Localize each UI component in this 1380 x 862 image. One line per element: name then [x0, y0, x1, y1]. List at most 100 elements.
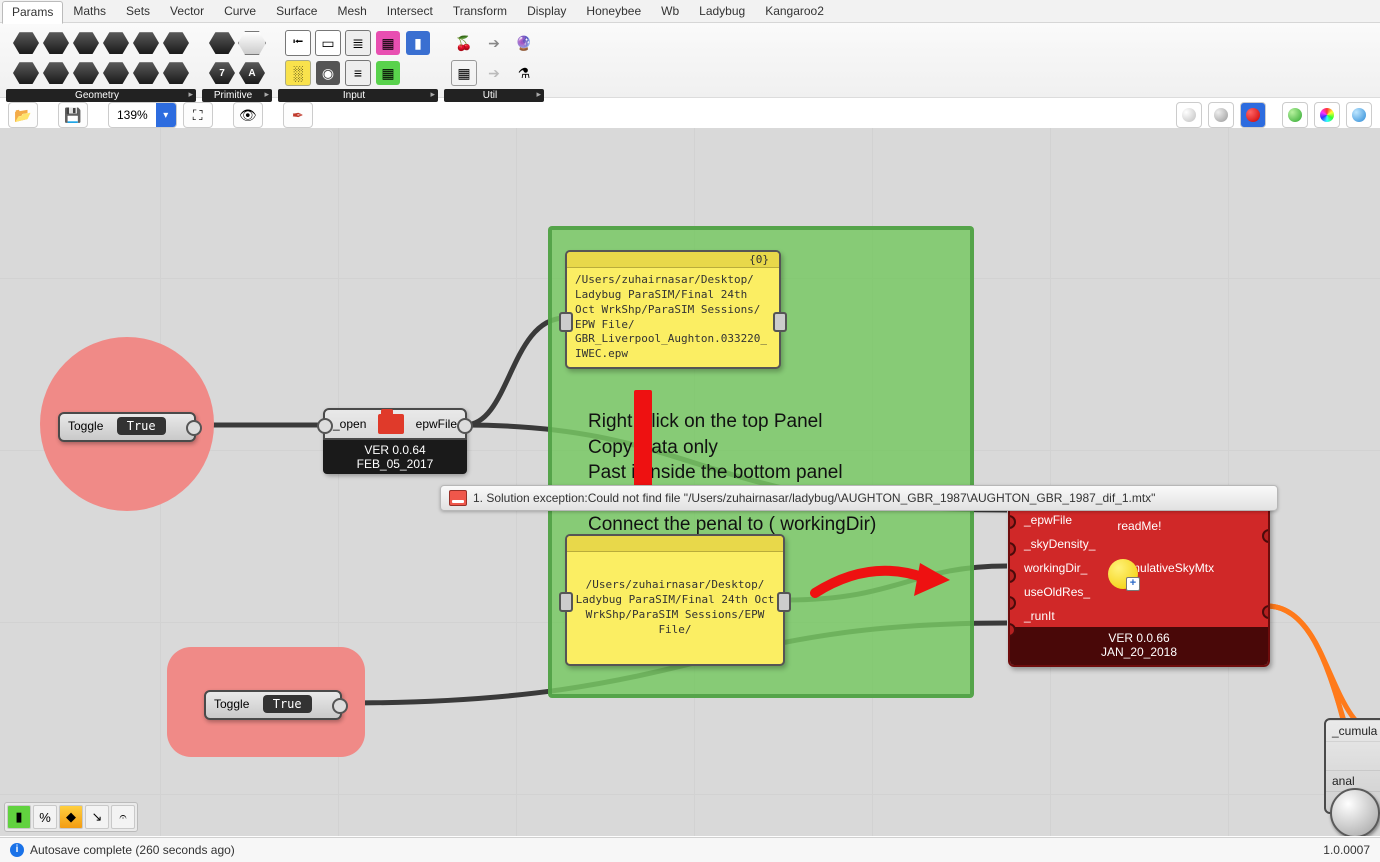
- tab-intersect[interactable]: Intersect: [377, 0, 443, 23]
- output-grip[interactable]: [773, 312, 787, 332]
- boolean-toggle-component[interactable]: Toggle True: [58, 412, 196, 442]
- geometry-component-icon[interactable]: [72, 59, 100, 87]
- sketch-tool-button[interactable]: ✒: [283, 102, 313, 128]
- tab-maths[interactable]: Maths: [63, 0, 116, 23]
- toggle-value[interactable]: True: [263, 695, 312, 713]
- input-component-icon[interactable]: ≡: [344, 59, 372, 87]
- widget-button[interactable]: ▮: [7, 805, 31, 829]
- open-file-button[interactable]: 📂: [8, 102, 38, 128]
- text-panel-component[interactable]: {0} /Users/zuhairnasar/Desktop/ Ladybug …: [565, 250, 781, 369]
- input-component-icon[interactable]: ░: [284, 59, 312, 87]
- geometry-component-icon[interactable]: [72, 29, 100, 57]
- util-component-icon[interactable]: ▦: [450, 59, 478, 87]
- input-grip[interactable]: [1008, 515, 1016, 529]
- geometry-component-icon[interactable]: [42, 29, 70, 57]
- input-component-icon[interactable]: ▭: [314, 29, 342, 57]
- primitive-component-icon[interactable]: 7: [208, 59, 236, 87]
- util-component-icon[interactable]: ➔: [480, 59, 508, 87]
- input-grip[interactable]: [559, 312, 573, 332]
- timer-knob-icon[interactable]: [1330, 788, 1380, 836]
- tab-vector[interactable]: Vector: [160, 0, 214, 23]
- tab-honeybee[interactable]: Honeybee: [576, 0, 651, 23]
- tab-ladybug[interactable]: Ladybug: [689, 0, 755, 23]
- input-component-icon[interactable]: [404, 59, 432, 87]
- geometry-component-icon[interactable]: [102, 29, 130, 57]
- tab-params[interactable]: Params: [2, 1, 63, 24]
- util-component-icon[interactable]: 🔮: [510, 29, 538, 57]
- input-component-icon[interactable]: ≣: [344, 29, 372, 57]
- ribbon-group-label[interactable]: Input: [278, 89, 438, 102]
- ribbon-group-primitive: 7 A Primitive: [202, 27, 272, 102]
- runtime-error-balloon[interactable]: 1. Solution exception:Could not find fil…: [440, 485, 1278, 511]
- input-grip[interactable]: [559, 592, 573, 612]
- grasshopper-canvas[interactable]: Toggle True Toggle True _open epwFile VE…: [0, 128, 1380, 836]
- input-component-icon[interactable]: ⭰: [284, 29, 312, 57]
- tab-mesh[interactable]: Mesh: [327, 0, 376, 23]
- display-mode-button[interactable]: [1282, 102, 1308, 128]
- util-component-icon[interactable]: ➔: [480, 29, 508, 57]
- geometry-component-icon[interactable]: [42, 59, 70, 87]
- geometry-component-icon[interactable]: [12, 59, 40, 87]
- util-component-icon[interactable]: 🍒: [450, 29, 478, 57]
- open-epw-component[interactable]: _open epwFile VER 0.0.64 FEB_05_2017: [323, 408, 467, 474]
- input-component-icon[interactable]: ▦: [374, 59, 402, 87]
- chevron-down-icon[interactable]: ▾: [156, 103, 176, 127]
- geometry-component-icon[interactable]: [162, 29, 190, 57]
- input-grip[interactable]: [1008, 596, 1016, 610]
- input-grip[interactable]: [1008, 569, 1016, 583]
- ribbon-group-label[interactable]: Geometry: [6, 89, 196, 102]
- display-mode-button[interactable]: [1240, 102, 1266, 128]
- output-grip[interactable]: [332, 698, 348, 714]
- panel-content[interactable]: /Users/zuhairnasar/Desktop/ Ladybug Para…: [567, 552, 783, 642]
- primitive-component-icon[interactable]: [238, 29, 266, 57]
- toggle-value[interactable]: True: [117, 417, 166, 435]
- widget-button[interactable]: ↘: [85, 805, 109, 829]
- preview-toggle-button[interactable]: 👁: [233, 102, 263, 128]
- eye-icon: 👁: [239, 107, 257, 124]
- util-component-icon[interactable]: ⚗: [510, 59, 538, 87]
- input-grip[interactable]: [317, 418, 333, 434]
- primitive-component-icon[interactable]: A: [238, 59, 266, 87]
- tab-curve[interactable]: Curve: [214, 0, 266, 23]
- ribbon-group-label[interactable]: Primitive: [202, 89, 272, 102]
- display-mode-button[interactable]: [1314, 102, 1340, 128]
- zoom-extents-button[interactable]: ⛶: [183, 102, 213, 128]
- zoom-level-control[interactable]: 139% ▾: [108, 102, 177, 128]
- tab-display[interactable]: Display: [517, 0, 576, 23]
- output-grip[interactable]: [777, 592, 791, 612]
- input-grip[interactable]: [1008, 542, 1016, 556]
- geometry-component-icon[interactable]: [162, 59, 190, 87]
- widget-button[interactable]: ◆: [59, 805, 83, 829]
- tab-sets[interactable]: Sets: [116, 0, 160, 23]
- tab-kangaroo2[interactable]: Kangaroo2: [755, 0, 834, 23]
- input-component-icon[interactable]: ▦: [374, 29, 402, 57]
- widget-button[interactable]: 𝄐: [111, 805, 135, 829]
- output-grip[interactable]: [1262, 605, 1270, 619]
- geometry-component-icon[interactable]: [132, 59, 160, 87]
- ladybug-gencumulativesky-component[interactable]: _epwFile _skyDensity_ workingDir_ useOld…: [1008, 501, 1270, 667]
- output-grip[interactable]: [1262, 529, 1270, 543]
- annotation-arrow-icon: [810, 558, 960, 608]
- geometry-component-icon[interactable]: [12, 29, 40, 57]
- display-mode-button[interactable]: [1208, 102, 1234, 128]
- save-file-button[interactable]: 💾: [58, 102, 88, 128]
- panel-content[interactable]: /Users/zuhairnasar/Desktop/ Ladybug Para…: [567, 268, 779, 367]
- text-panel-component[interactable]: /Users/zuhairnasar/Desktop/ Ladybug Para…: [565, 534, 785, 666]
- geometry-component-icon[interactable]: [132, 29, 160, 57]
- output-grip[interactable]: [457, 418, 473, 434]
- tab-surface[interactable]: Surface: [266, 0, 327, 23]
- panel-header: {0}: [567, 252, 779, 268]
- geometry-component-icon[interactable]: [102, 59, 130, 87]
- toggle-label: Toggle: [206, 694, 257, 714]
- widget-button[interactable]: %: [33, 805, 57, 829]
- input-component-icon[interactable]: ▮: [404, 29, 432, 57]
- boolean-toggle-component[interactable]: Toggle True: [204, 690, 342, 720]
- display-mode-button[interactable]: [1176, 102, 1202, 128]
- input-component-icon[interactable]: ◉: [314, 59, 342, 87]
- display-mode-button[interactable]: [1346, 102, 1372, 128]
- primitive-component-icon[interactable]: [208, 29, 236, 57]
- ribbon-group-label[interactable]: Util: [444, 89, 544, 102]
- tab-transform[interactable]: Transform: [443, 0, 517, 23]
- tab-wb[interactable]: Wb: [651, 0, 689, 23]
- output-grip[interactable]: [186, 420, 202, 436]
